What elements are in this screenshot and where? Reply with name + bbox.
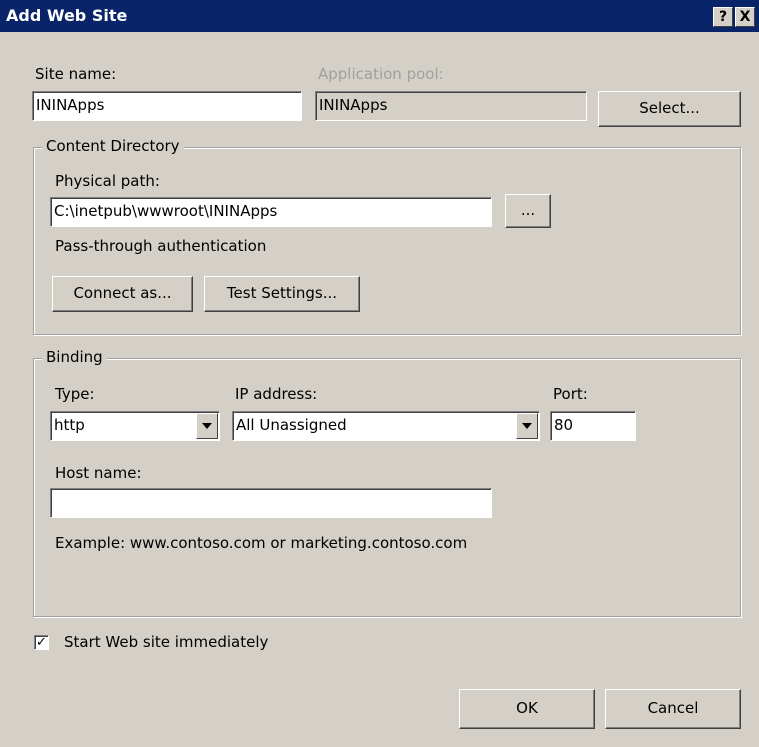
physical-path-label: Physical path: — [55, 172, 160, 190]
type-label: Type: — [55, 385, 95, 403]
port-input[interactable]: 80 — [550, 411, 636, 441]
binding-legend: Binding — [42, 348, 107, 366]
host-name-input[interactable] — [50, 488, 492, 518]
start-immediately-checkbox[interactable]: ✓ — [34, 635, 49, 650]
chevron-down-icon[interactable] — [196, 413, 218, 439]
host-name-label: Host name: — [55, 464, 142, 482]
select-button[interactable]: Select... — [598, 91, 741, 127]
dialog-title: Add Web Site — [6, 6, 128, 25]
test-settings-button[interactable]: Test Settings... — [204, 276, 360, 312]
connect-as-button[interactable]: Connect as... — [52, 276, 193, 312]
close-button[interactable]: X — [735, 7, 755, 27]
ip-address-select-value: All Unassigned — [236, 416, 347, 434]
port-label: Port: — [553, 385, 588, 403]
browse-path-button[interactable]: ... — [505, 194, 551, 228]
add-web-site-dialog: Add Web Site ? X Site name: ININApps App… — [0, 0, 759, 747]
ip-address-label: IP address: — [235, 385, 318, 403]
chevron-down-icon[interactable] — [516, 413, 538, 439]
ok-button[interactable]: OK — [459, 689, 595, 729]
content-directory-legend: Content Directory — [42, 137, 184, 155]
help-button[interactable]: ? — [713, 7, 733, 27]
site-name-label: Site name: — [35, 65, 117, 83]
ip-address-select[interactable]: All Unassigned — [232, 411, 540, 441]
physical-path-input[interactable]: C:\inetpub\wwwroot\ININApps — [50, 197, 492, 227]
start-immediately-label: Start Web site immediately — [64, 633, 269, 651]
type-select-value: http — [54, 416, 85, 434]
type-select[interactable]: http — [50, 411, 220, 441]
host-name-example-text: Example: www.contoso.com or marketing.co… — [55, 534, 468, 552]
site-name-input[interactable]: ININApps — [32, 91, 302, 121]
cancel-button[interactable]: Cancel — [605, 689, 741, 729]
title-bar: Add Web Site ? X — [0, 0, 759, 32]
application-pool-label: Application pool: — [318, 65, 444, 83]
pass-through-auth-text: Pass-through authentication — [55, 237, 267, 255]
application-pool-field: ININApps — [315, 91, 587, 121]
